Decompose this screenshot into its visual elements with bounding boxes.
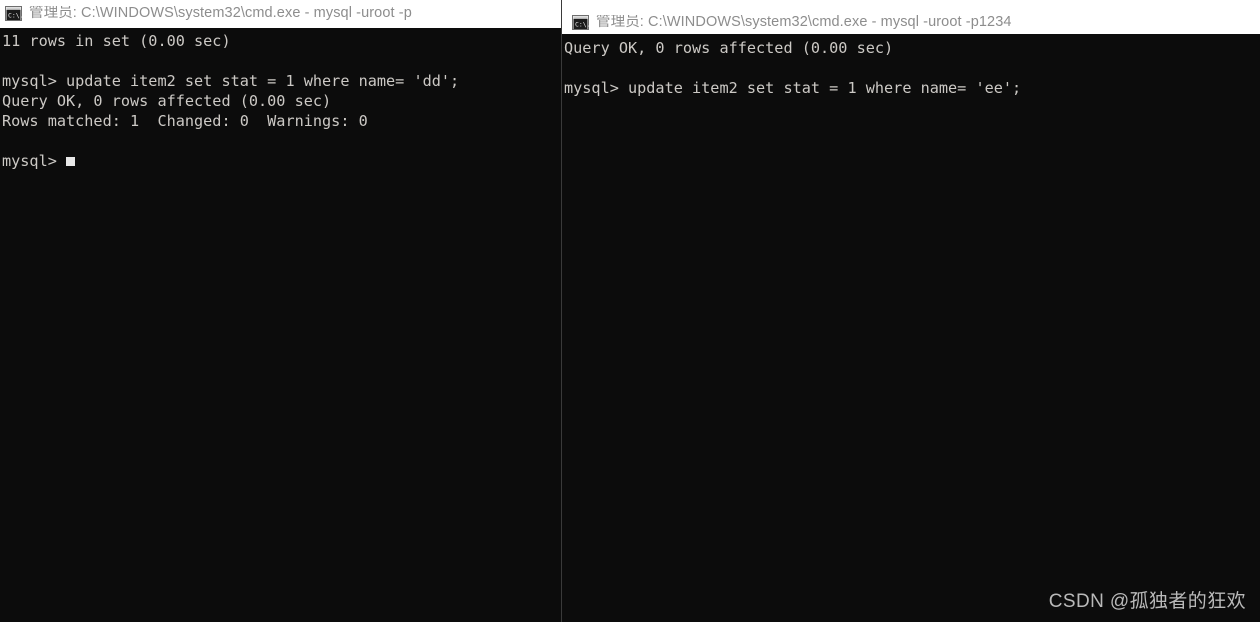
console-line: mysql> update item2 set stat = 1 where n… <box>564 79 1022 97</box>
console-line: 11 rows in set (0.00 sec) <box>2 32 231 50</box>
console-text-right: Query OK, 0 rows affected (0.00 sec) mysq… <box>564 38 1260 98</box>
console-line: mysql> update item2 set stat = 1 where n… <box>2 72 460 90</box>
console-prompt-line: mysql> <box>2 151 561 171</box>
console-window-left[interactable]: C:\. 管理员: C:\WINDOWS\system32\cmd.exe - … <box>0 0 561 622</box>
titlebar-right[interactable]: C:\. 管理员: C:\WINDOWS\system32\cmd.exe - … <box>562 0 1260 34</box>
cmd-exe-icon: C:\. <box>572 15 589 30</box>
titlebar-right-title: 管理员: C:\WINDOWS\system32\cmd.exe - mysql… <box>596 15 1012 30</box>
svg-text:C:\.: C:\. <box>8 11 22 19</box>
desktop-screen: C:\. 管理员: C:\WINDOWS\system32\cmd.exe - … <box>0 0 1260 622</box>
console-output-right[interactable]: Query OK, 0 rows affected (0.00 sec) mysq… <box>562 34 1260 622</box>
titlebar-left-title: 管理员: C:\WINDOWS\system32\cmd.exe - mysql… <box>29 6 412 21</box>
console-line: Query OK, 0 rows affected (0.00 sec) <box>2 92 332 110</box>
console-line: Query OK, 0 rows affected (0.00 sec) <box>564 39 894 57</box>
console-text-left: 11 rows in set (0.00 sec) mysql> update i… <box>2 31 561 171</box>
text-cursor <box>66 157 76 166</box>
console-output-left[interactable]: 11 rows in set (0.00 sec) mysql> update i… <box>0 28 561 622</box>
svg-text:C:\.: C:\. <box>575 20 589 28</box>
console-window-right[interactable]: C:\. 管理员: C:\WINDOWS\system32\cmd.exe - … <box>562 0 1260 622</box>
cmd-exe-icon: C:\. <box>5 6 22 21</box>
console-prompt-text: mysql> <box>2 152 67 170</box>
console-line: Rows matched: 1 Changed: 0 Warnings: 0 <box>2 112 368 130</box>
titlebar-left[interactable]: C:\. 管理员: C:\WINDOWS\system32\cmd.exe - … <box>0 0 561 28</box>
